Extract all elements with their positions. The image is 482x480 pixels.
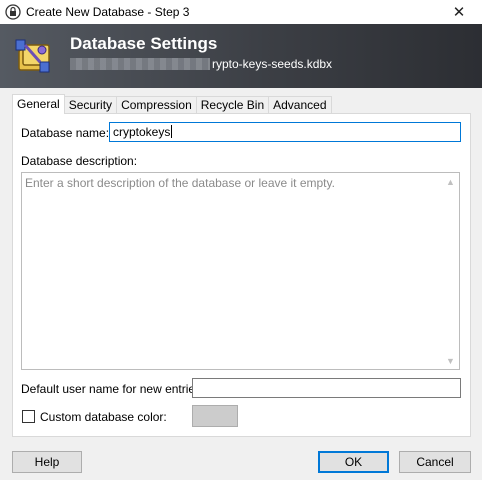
ok-button[interactable]: OK <box>318 451 389 473</box>
title-bar: Create New Database - Step 3 ✕ <box>0 0 482 24</box>
banner-heading: Database Settings <box>70 34 218 53</box>
redacted-path <box>70 58 210 70</box>
description-placeholder: Enter a short description of the databas… <box>25 176 335 190</box>
general-tab-panel: Database name: cryptokeys Database descr… <box>12 113 471 437</box>
tab-advanced[interactable]: Advanced <box>268 96 332 114</box>
database-name-label: Database name: <box>21 126 110 140</box>
custom-color-swatch[interactable] <box>192 405 238 427</box>
scroll-up-icon[interactable]: ▲ <box>442 173 459 190</box>
database-description-label: Database description: <box>21 154 138 168</box>
tab-compression[interactable]: Compression <box>116 96 197 114</box>
database-name-input[interactable]: cryptokeys <box>109 122 461 142</box>
database-settings-icon <box>12 36 54 78</box>
description-scrollbar[interactable]: ▲ ▼ <box>442 173 459 369</box>
database-description-textarea[interactable]: Enter a short description of the databas… <box>21 172 460 370</box>
tab-strip: General Security Compression Recycle Bin… <box>12 94 332 114</box>
scroll-down-icon[interactable]: ▼ <box>442 352 459 369</box>
custom-color-checkbox[interactable] <box>22 410 35 423</box>
file-path-suffix: rypto-keys-seeds.kdbx <box>212 57 333 71</box>
close-icon[interactable]: ✕ <box>436 0 482 24</box>
banner-file-path: rypto-keys-seeds.kdbx <box>70 57 332 71</box>
keepass-lock-icon <box>5 4 21 20</box>
tab-recycle-bin[interactable]: Recycle Bin <box>195 96 270 114</box>
window-title: Create New Database - Step 3 <box>26 5 190 19</box>
help-button[interactable]: Help <box>12 451 82 473</box>
tab-security[interactable]: Security <box>63 96 118 114</box>
default-user-label: Default user name for new entries: <box>21 382 205 396</box>
custom-color-label[interactable]: Custom database color: <box>40 410 167 424</box>
header-banner: Database Settings rypto-keys-seeds.kdbx <box>0 24 482 88</box>
database-name-value: cryptokeys <box>113 125 171 139</box>
text-caret <box>171 125 173 138</box>
tab-general[interactable]: General <box>12 94 65 114</box>
default-user-input[interactable] <box>192 378 461 398</box>
cancel-button[interactable]: Cancel <box>399 451 471 473</box>
